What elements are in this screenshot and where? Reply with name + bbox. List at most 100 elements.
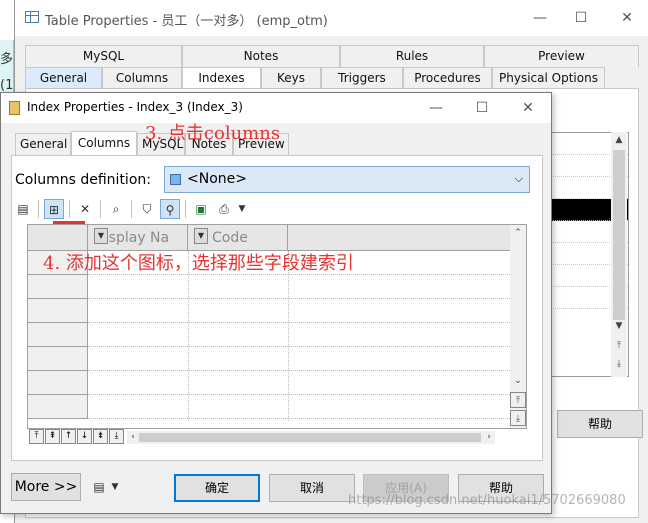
minimize-button[interactable]: — <box>421 96 451 120</box>
properties-icon[interactable]: ▤ <box>13 199 33 219</box>
dropdown-arrow-icon[interactable]: ▼ <box>109 477 121 497</box>
move-top-icon[interactable]: ⤒ <box>510 392 526 408</box>
columns-definition-label: Columns definition: <box>15 172 151 188</box>
grid-toolbar: ▤ ⊞ ✕ ⌕ ⛉ ⚲ ▣ ⎙ ▼ <box>13 199 247 219</box>
tab-general[interactable]: General <box>25 67 102 89</box>
minimize-button[interactable]: — <box>525 6 555 30</box>
index-icon <box>9 101 20 115</box>
columns-definition-value: <None> <box>187 171 247 187</box>
tab-columns[interactable]: Columns <box>71 131 137 155</box>
background-char: 多 <box>0 52 14 67</box>
scroll-up-icon[interactable]: ▲ <box>611 132 627 148</box>
scroll-right-icon[interactable]: › <box>481 429 497 445</box>
table-icon <box>25 11 39 23</box>
find-icon[interactable]: ⌕ <box>106 199 126 219</box>
filter-active-icon[interactable]: ⚲ <box>160 199 180 219</box>
title-bar: Table Properties - 员工（一对多） (emp_otm) — ☐… <box>15 0 648 36</box>
tab-preview[interactable]: Preview <box>484 45 639 67</box>
tab-mysql[interactable]: MySQL <box>25 45 182 67</box>
scroll-thumb[interactable] <box>613 150 625 320</box>
row-header[interactable] <box>28 275 88 299</box>
filter-icon[interactable]: ⛉ <box>137 199 157 219</box>
scroll-down-icon[interactable]: ⌄ <box>510 373 526 389</box>
row-header[interactable] <box>28 347 88 371</box>
header-dropdown-icon[interactable]: ▼ <box>94 228 108 244</box>
background-char: (1 <box>0 78 14 93</box>
layout-icon[interactable]: ▤ <box>89 477 109 497</box>
toolbar-separator <box>185 200 186 218</box>
more-button[interactable]: More >> <box>11 473 81 501</box>
grid-footer: ⤒ ⇞ ↑ ↓ ⇟ ⤓ ‹ › <box>27 429 527 445</box>
tab-indexes[interactable]: Indexes <box>182 67 261 89</box>
row-gridline <box>88 370 514 371</box>
toolbar-separator <box>100 200 101 218</box>
tab-columns[interactable]: Columns <box>102 67 182 89</box>
watermark: https://blog.csdn.net/huokai1/5702669080 <box>348 493 626 508</box>
add-columns-icon[interactable]: ⊞ <box>44 199 64 219</box>
header-label: Code <box>212 230 248 246</box>
chevron-down-icon: ⌵ <box>514 172 523 185</box>
tab-notes[interactable]: Notes <box>182 45 340 67</box>
dropdown-arrow-icon[interactable]: ▼ <box>237 199 247 219</box>
cancel-button[interactable]: 取消 <box>269 474 355 502</box>
move-down-icon[interactable]: ↓ <box>77 429 92 444</box>
toolbar-separator <box>131 200 132 218</box>
grid-horizontal-scrollbar[interactable]: ‹ › <box>127 431 495 444</box>
tab-general[interactable]: General <box>15 133 71 155</box>
annotation-step3: 3. 点击columns <box>145 123 281 144</box>
toolbar-separator <box>69 200 70 218</box>
move-up-icon[interactable]: ↑ <box>61 429 76 444</box>
toolbar-separator <box>38 200 39 218</box>
row-gridline <box>88 322 514 323</box>
close-button[interactable]: ✕ <box>612 6 642 30</box>
excel-export-icon[interactable]: ▣ <box>191 199 211 219</box>
column-header-display-name[interactable]: Display Na ▼ <box>88 225 188 251</box>
tab-row-upper: MySQL Notes Rules Preview <box>25 45 639 67</box>
tab-keys[interactable]: Keys <box>261 67 321 89</box>
row-header[interactable] <box>28 299 88 323</box>
move-bottom-icon[interactable]: ⤓ <box>510 410 526 426</box>
close-button[interactable]: ✕ <box>513 96 543 120</box>
header-dropdown-icon[interactable]: ▼ <box>194 228 208 244</box>
window-title: Table Properties - 员工（一对多） (emp_otm) <box>45 14 328 29</box>
tab-physical-options[interactable]: Physical Options <box>492 67 605 89</box>
dialog-title: Index Properties - Index_3 (Index_3) <box>27 100 243 114</box>
move-page-down-icon[interactable]: ⇟ <box>93 429 108 444</box>
scroll-down-icon[interactable]: ▼ <box>611 318 627 334</box>
grid-corner <box>28 225 88 251</box>
tab-procedures[interactable]: Procedures <box>403 67 492 89</box>
column-gridline <box>288 251 289 421</box>
maximize-button[interactable]: ☐ <box>467 96 497 120</box>
maximize-button[interactable]: ☐ <box>566 6 596 30</box>
grid-header-filler <box>288 225 512 251</box>
column-header-code[interactable]: Code ▼ <box>188 225 288 251</box>
move-page-up-icon[interactable]: ⇞ <box>45 429 60 444</box>
help-button[interactable]: 帮助 <box>557 410 643 438</box>
list-scrollbar[interactable]: ▲ ▼ ⤒ ⤓ <box>611 132 627 377</box>
grid-vertical-scrollbar[interactable]: ⌃ ⌄ ⤒ ⤓ <box>510 225 526 428</box>
tab-rules[interactable]: Rules <box>340 45 484 67</box>
delete-icon[interactable]: ✕ <box>75 199 95 219</box>
print-icon[interactable]: ⎙ <box>214 199 234 219</box>
row-header[interactable] <box>28 371 88 395</box>
scroll-thumb[interactable] <box>139 433 481 442</box>
tab-triggers[interactable]: Triggers <box>321 67 403 89</box>
row-gridline <box>88 298 514 299</box>
row-gridline <box>88 346 514 347</box>
columns-definition-select[interactable]: <None> ⌵ <box>164 166 530 193</box>
table-grid-icon <box>170 174 181 185</box>
row-move-buttons: ⤒ ⇞ ↑ ↓ ⇟ ⤓ <box>29 429 124 444</box>
move-bottom-icon[interactable]: ⤓ <box>611 356 627 372</box>
annotation-step4: 4. 添加这个图标，选择那些字段建索引 <box>43 253 354 274</box>
index-properties-dialog: Index Properties - Index_3 (Index_3) — ☐… <box>0 92 552 514</box>
move-top-icon[interactable]: ⤒ <box>611 338 627 354</box>
row-gridline <box>88 418 514 419</box>
ok-button[interactable]: 确定 <box>174 474 260 502</box>
row-header[interactable] <box>28 323 88 347</box>
row-header[interactable] <box>28 395 88 419</box>
row-gridline <box>88 394 514 395</box>
column-gridline <box>188 251 189 421</box>
move-first-icon[interactable]: ⤒ <box>29 429 44 444</box>
move-last-icon[interactable]: ⤓ <box>109 429 124 444</box>
scroll-up-icon[interactable]: ⌃ <box>510 225 526 241</box>
